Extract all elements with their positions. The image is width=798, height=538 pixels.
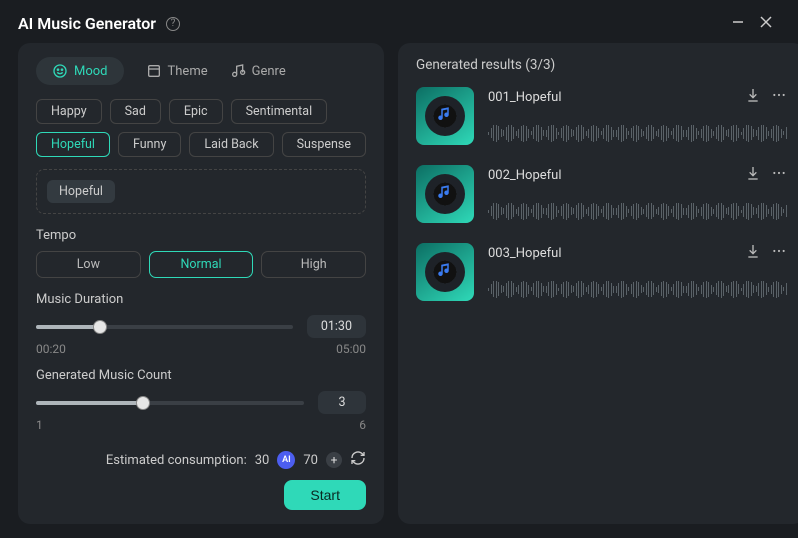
tempo-low[interactable]: Low [36,251,141,278]
more-icon[interactable] [771,165,787,185]
mood-tab-icon [52,63,68,79]
config-panel: Mood Theme Genre Happy Sad Epic Sentimental Ho… [18,43,384,524]
mood-chip-sentimental[interactable]: Sentimental [231,99,328,124]
count-max: 6 [359,418,366,432]
minimize-icon[interactable] [724,16,752,32]
count-label: Generated Music Count [36,368,366,383]
album-art[interactable] [416,165,474,223]
duration-value: 01:30 [307,315,366,338]
tempo-high[interactable]: High [261,251,366,278]
result-name: 003_Hopeful [488,246,562,261]
tab-label: Theme [168,64,208,79]
mood-chip-laid-back[interactable]: Laid Back [189,132,273,157]
refresh-icon[interactable] [350,450,366,470]
result-item: 002_Hopeful [416,165,787,223]
genre-tab-icon [230,63,246,79]
more-icon[interactable] [771,243,787,263]
more-icon[interactable] [771,87,787,107]
duration-max: 05:00 [336,342,366,356]
count-min: 1 [36,418,43,432]
mood-chip-epic[interactable]: Epic [169,99,223,124]
count-value: 3 [318,391,366,414]
results-panel: Generated results (3/3) 001_Hopeful 002_H… [398,43,798,524]
waveform[interactable] [488,201,787,221]
consumption-label: Estimated consumption: [106,453,247,468]
music-note-icon [436,105,454,127]
music-note-icon [436,183,454,205]
waveform[interactable] [488,123,787,143]
tempo-normal[interactable]: Normal [149,251,254,278]
result-name: 002_Hopeful [488,168,562,183]
album-art[interactable] [416,243,474,301]
download-icon[interactable] [745,243,761,263]
close-icon[interactable] [752,16,780,32]
credits-value: 70 [303,453,318,468]
mood-chip-funny[interactable]: Funny [118,132,181,157]
mood-chip-hopeful[interactable]: Hopeful [36,132,110,157]
count-slider[interactable] [36,401,304,405]
results-title: Generated results (3/3) [416,57,787,73]
download-icon[interactable] [745,165,761,185]
tab-label: Genre [252,64,286,79]
consumption-value: 30 [255,453,270,468]
album-art[interactable] [416,87,474,145]
selected-moods-box: Hopeful [36,169,366,214]
app-title: AI Music Generator [18,14,156,33]
tab-mood[interactable]: Mood [36,57,124,85]
result-item: 003_Hopeful [416,243,787,301]
result-name: 001_Hopeful [488,90,562,105]
help-icon[interactable]: ? [166,17,180,31]
tab-genre[interactable]: Genre [230,63,286,79]
duration-label: Music Duration [36,292,366,307]
duration-min: 00:20 [36,342,66,356]
mood-chip-happy[interactable]: Happy [36,99,102,124]
add-credits-button[interactable]: + [326,452,342,468]
tab-theme[interactable]: Theme [146,63,208,79]
theme-tab-icon [146,63,162,79]
tempo-label: Tempo [36,228,366,243]
result-item: 001_Hopeful [416,87,787,145]
mood-chip-sad[interactable]: Sad [110,99,161,124]
mood-chip-suspense[interactable]: Suspense [282,132,366,157]
music-note-icon [436,261,454,283]
selected-chip[interactable]: Hopeful [47,180,115,203]
duration-slider[interactable] [36,325,293,329]
waveform[interactable] [488,279,787,299]
ai-credits-icon: AI [277,451,295,469]
download-icon[interactable] [745,87,761,107]
start-button[interactable]: Start [284,480,366,510]
tab-label: Mood [74,64,108,79]
